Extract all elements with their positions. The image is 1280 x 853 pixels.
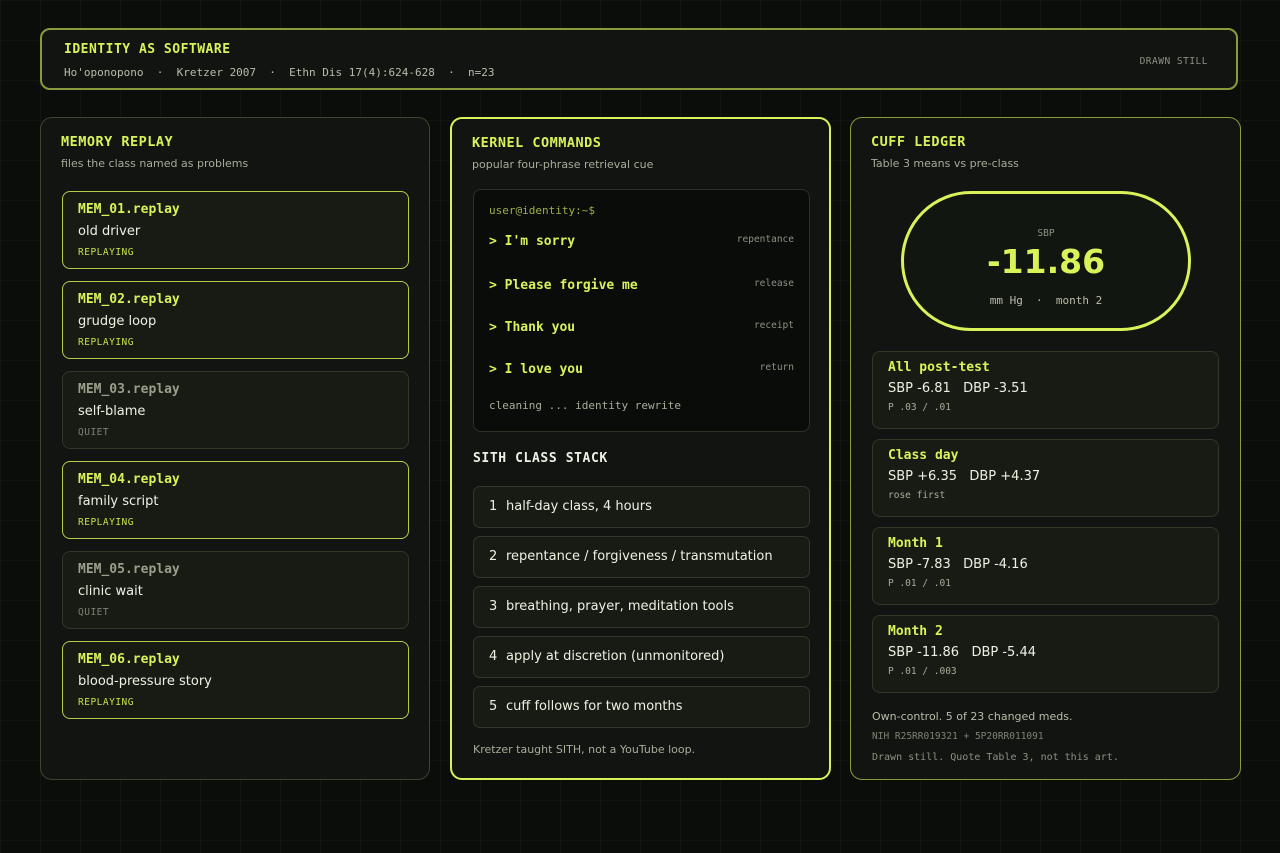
memory-file-label: self-blame xyxy=(78,404,146,419)
panel-subtitle: files the class named as problems xyxy=(61,157,249,170)
memory-file-status: QUIET xyxy=(78,607,110,618)
row-p-value: rose first xyxy=(888,490,946,501)
stack-step: 2 repentance / forgiveness / transmutati… xyxy=(473,536,810,578)
grant-footnote: NIH R25RR019321 + 5P20RR011091 xyxy=(872,731,1044,742)
row-title: Class day xyxy=(888,448,959,463)
terminal-command[interactable]: > Please forgive me release xyxy=(489,278,794,298)
ledger-footnote: Own-control. 5 of 23 changed meds. xyxy=(872,710,1073,723)
memory-file-status: REPLAYING xyxy=(78,337,134,348)
memory-file-card[interactable]: MEM_02.replay grudge loop REPLAYING xyxy=(62,281,409,359)
app-title: IDENTITY AS SOFTWARE xyxy=(64,42,231,57)
kernel-note: Kretzer taught SITH, not a YouTube loop. xyxy=(473,743,696,756)
command-tag: release xyxy=(753,278,794,289)
sbp-label: SBP xyxy=(1037,228,1055,239)
stack-step: 5 cuff follows for two months xyxy=(473,686,810,728)
cuff-ledger-panel: CUFF LEDGER Table 3 means vs pre-class S… xyxy=(850,117,1241,780)
panel-title: CUFF LEDGER xyxy=(871,134,966,150)
step-number: 4 xyxy=(489,649,498,664)
panel-title: MEMORY REPLAY xyxy=(61,134,174,150)
row-values: SBP -11.86 DBP -5.44 xyxy=(888,645,1036,660)
memory-file-name: MEM_03.replay xyxy=(78,382,180,397)
citation-meta: Ho'oponopono · Kretzer 2007 · Ethn Dis 1… xyxy=(64,66,495,79)
panel-subtitle: popular four-phrase retrieval cue xyxy=(472,158,654,171)
ledger-row: Month 2 SBP -11.86 DBP -5.44 P .01 / .00… xyxy=(872,615,1219,693)
panel-subtitle: Table 3 means vs pre-class xyxy=(871,157,1019,170)
step-number: 5 xyxy=(489,699,498,714)
command-text: > I'm sorry xyxy=(489,234,576,249)
memory-file-label: old driver xyxy=(78,224,141,239)
step-text: apply at discretion (unmonitored) xyxy=(506,649,725,664)
command-tag: return xyxy=(759,362,794,373)
memory-file-card[interactable]: MEM_05.replay clinic wait QUIET xyxy=(62,551,409,629)
row-values: SBP -6.81 DBP -3.51 xyxy=(888,381,1028,396)
memory-file-label: blood-pressure story xyxy=(78,674,212,689)
ledger-row: Month 1 SBP -7.83 DBP -4.16 P .01 / .01 xyxy=(872,527,1219,605)
kernel-commands-panel: KERNEL COMMANDS popular four-phrase retr… xyxy=(450,117,831,780)
row-values: SBP -7.83 DBP -4.16 xyxy=(888,557,1028,572)
terminal-prompt: user@identity:~$ xyxy=(489,204,595,217)
row-p-value: P .01 / .01 xyxy=(888,578,951,589)
step-text: half-day class, 4 hours xyxy=(506,499,652,514)
memory-file-card[interactable]: MEM_06.replay blood-pressure story REPLA… xyxy=(62,641,409,719)
memory-file-status: REPLAYING xyxy=(78,247,134,258)
memory-file-name: MEM_04.replay xyxy=(78,472,180,487)
memory-file-card[interactable]: MEM_04.replay family script REPLAYING xyxy=(62,461,409,539)
stack-step: 1 half-day class, 4 hours xyxy=(473,486,810,528)
step-text: breathing, prayer, meditation tools xyxy=(506,599,734,614)
stack-step: 4 apply at discretion (unmonitored) xyxy=(473,636,810,678)
row-title: Month 2 xyxy=(888,624,943,639)
ledger-row: All post-test SBP -6.81 DBP -3.51 P .03 … xyxy=(872,351,1219,429)
terminal-command[interactable]: > I'm sorry repentance xyxy=(489,234,794,254)
memory-file-name: MEM_01.replay xyxy=(78,202,180,217)
memory-file-label: grudge loop xyxy=(78,314,157,329)
memory-replay-panel: MEMORY REPLAY files the class named as p… xyxy=(40,117,430,780)
sbp-value: -11.86 xyxy=(986,242,1106,281)
row-values: SBP +6.35 DBP +4.37 xyxy=(888,469,1041,484)
memory-file-status: REPLAYING xyxy=(78,517,134,528)
row-title: Month 1 xyxy=(888,536,943,551)
stack-title: SITH CLASS STACK xyxy=(473,451,608,466)
command-tag: receipt xyxy=(753,320,794,331)
memory-file-status: REPLAYING xyxy=(78,697,134,708)
disclaimer-footnote: Drawn still. Quote Table 3, not this art… xyxy=(872,752,1119,763)
terminal-footer: cleaning ... identity rewrite xyxy=(489,399,682,412)
step-number: 1 xyxy=(489,499,498,514)
step-text: cuff follows for two months xyxy=(506,699,683,714)
memory-file-card[interactable]: MEM_01.replay old driver REPLAYING xyxy=(62,191,409,269)
terminal-command[interactable]: > I love you return xyxy=(489,362,794,382)
memory-file-card[interactable]: MEM_03.replay self-blame QUIET xyxy=(62,371,409,449)
command-text: > Please forgive me xyxy=(489,278,638,293)
terminal-window: user@identity:~$ > I'm sorry repentance … xyxy=(473,189,810,432)
command-tag: repentance xyxy=(736,234,794,245)
memory-file-status: QUIET xyxy=(78,427,110,438)
drawn-still-label: DRAWN STILL xyxy=(1139,56,1208,67)
memory-file-name: MEM_05.replay xyxy=(78,562,180,577)
memory-file-label: family script xyxy=(78,494,159,509)
memory-file-name: MEM_06.replay xyxy=(78,652,180,667)
step-text: repentance / forgiveness / transmutation xyxy=(506,549,773,564)
sbp-unit: mm Hg · month 2 xyxy=(989,294,1103,307)
row-p-value: P .01 / .003 xyxy=(888,666,957,677)
stack-step: 3 breathing, prayer, meditation tools xyxy=(473,586,810,628)
panel-title: KERNEL COMMANDS xyxy=(472,135,602,151)
header-bar: IDENTITY AS SOFTWARE Ho'oponopono · Kret… xyxy=(40,28,1238,90)
ledger-row: Class day SBP +6.35 DBP +4.37 rose first xyxy=(872,439,1219,517)
row-p-value: P .03 / .01 xyxy=(888,402,951,413)
terminal-command[interactable]: > Thank you receipt xyxy=(489,320,794,340)
step-number: 2 xyxy=(489,549,498,564)
step-number: 3 xyxy=(489,599,498,614)
row-title: All post-test xyxy=(888,360,990,375)
command-text: > Thank you xyxy=(489,320,576,335)
command-text: > I love you xyxy=(489,362,583,377)
memory-file-label: clinic wait xyxy=(78,584,143,599)
sbp-readout-pill: SBP -11.86 mm Hg · month 2 xyxy=(901,191,1191,331)
memory-file-name: MEM_02.replay xyxy=(78,292,180,307)
